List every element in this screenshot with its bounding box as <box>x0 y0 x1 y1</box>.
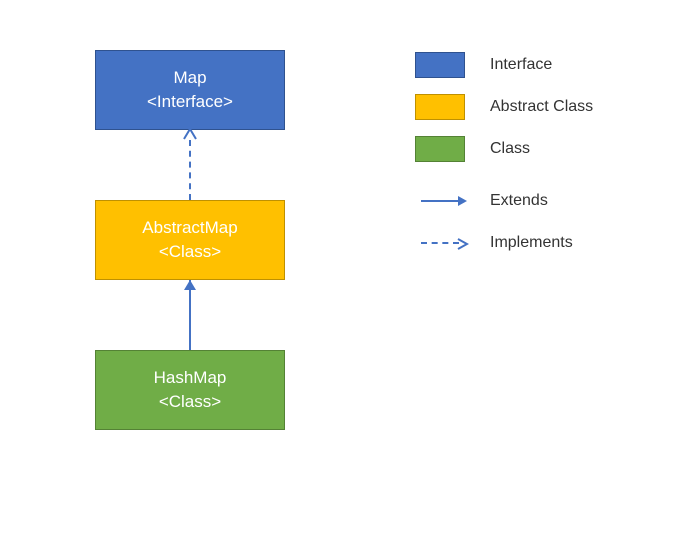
legend-swatch-green <box>415 136 465 162</box>
solid-line <box>189 280 191 350</box>
legend-item-extends: Extends <box>415 186 635 216</box>
solid-arrow-icon <box>421 200 459 202</box>
node-title: AbstractMap <box>142 216 237 240</box>
node-abstract-map: AbstractMap <Class> <box>95 200 285 280</box>
node-stereotype: <Interface> <box>147 90 233 114</box>
class-hierarchy-diagram: Map <Interface> AbstractMap <Class> Hash… <box>50 50 330 430</box>
legend-label: Implements <box>490 234 573 252</box>
legend-swatch-blue <box>415 52 465 78</box>
edge-implements <box>50 130 330 200</box>
arrowhead-open-icon <box>457 238 469 250</box>
node-stereotype: <Class> <box>159 240 221 264</box>
arrowhead-solid-icon <box>458 196 467 206</box>
legend-item-abstract-class: Abstract Class <box>415 92 635 122</box>
node-map: Map <Interface> <box>95 50 285 130</box>
node-title: Map <box>173 66 206 90</box>
legend-item-interface: Interface <box>415 50 635 80</box>
legend-item-class: Class <box>415 134 635 164</box>
legend-label: Extends <box>490 192 548 210</box>
dashed-line <box>189 140 191 200</box>
node-hash-map: HashMap <Class> <box>95 350 285 430</box>
node-title: HashMap <box>154 366 227 390</box>
legend: Interface Abstract Class Class Extends I… <box>415 50 635 270</box>
arrowhead-open-icon <box>183 128 197 140</box>
legend-item-implements: Implements <box>415 228 635 258</box>
legend-swatch-orange <box>415 94 465 120</box>
edge-extends <box>50 280 330 350</box>
node-stereotype: <Class> <box>159 390 221 414</box>
dashed-arrow-icon <box>421 242 459 244</box>
legend-label: Abstract Class <box>490 98 593 116</box>
legend-label: Interface <box>490 56 552 74</box>
arrowhead-solid-icon <box>184 280 196 290</box>
legend-label: Class <box>490 140 530 158</box>
